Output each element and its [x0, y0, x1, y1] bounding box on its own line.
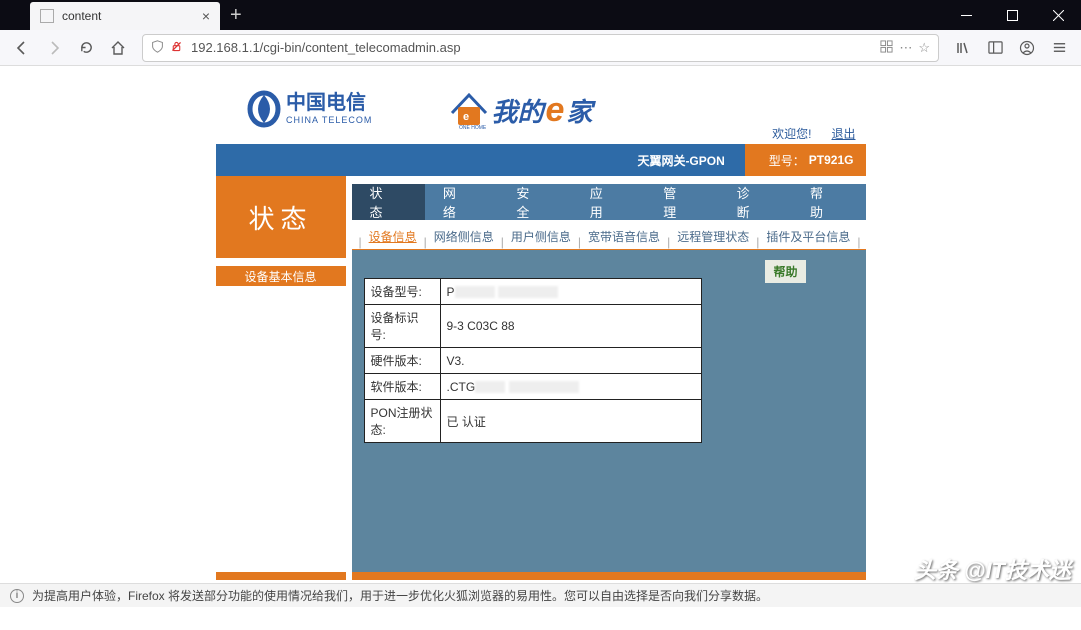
tab-security[interactable]: 安 全 — [498, 184, 571, 220]
tab-management[interactable]: 管 理 — [645, 184, 718, 220]
model-bar: 天翼网关-GPON 型号：PT921G — [216, 144, 866, 176]
tab-title: content — [62, 9, 202, 23]
reload-button[interactable] — [72, 34, 100, 62]
svg-text:e: e — [463, 111, 469, 123]
table-row: 硬件版本: V3. — [364, 348, 701, 374]
gateway-label: 天翼网关-GPON — [637, 152, 744, 169]
home-text: 我的 — [492, 92, 544, 129]
tab-status[interactable]: 状 态 — [352, 184, 425, 220]
forward-button[interactable] — [40, 34, 68, 62]
table-row: 设备型号:P — [364, 279, 701, 305]
header-logos: 中国电信 CHINA TELECOM e ONE HOME 我的 e 家 欢迎您… — [216, 76, 866, 144]
more-icon[interactable]: ⋯ — [899, 40, 912, 56]
content-panel: 帮助 设备型号:P 设备标识号: 9-3 C03C 88 硬件版本: V3. 软… — [352, 250, 866, 572]
page-content: 中国电信 CHINA TELECOM e ONE HOME 我的 e 家 欢迎您… — [0, 66, 1081, 607]
home-button[interactable] — [104, 34, 132, 62]
tab-help[interactable]: 帮 助 — [792, 184, 865, 220]
home-suffix: 家 — [566, 92, 592, 129]
main-nav: 状 态 网 络 安 全 应 用 管 理 诊 断 帮 助 — [352, 176, 866, 220]
ct-en-text: CHINA TELECOM — [286, 115, 372, 125]
address-bar[interactable]: 192.168.1.1/cgi-bin/content_telecomadmin… — [142, 34, 939, 62]
minimize-button[interactable] — [943, 0, 989, 30]
shield-icon — [151, 40, 164, 56]
new-tab-button[interactable]: + — [220, 0, 252, 30]
subtab-device-info[interactable]: 设备信息 — [363, 224, 423, 249]
subtab-user-info[interactable]: 用户侧信息 — [505, 224, 577, 249]
info-icon: i — [10, 589, 24, 603]
account-icon[interactable] — [1013, 34, 1041, 62]
insecure-icon — [170, 40, 183, 56]
home-e: e — [546, 91, 565, 130]
tab-application[interactable]: 应 用 — [572, 184, 645, 220]
title-bar: content × + — [0, 0, 1081, 30]
reader-icon[interactable] — [880, 40, 893, 56]
section-title: 状态 — [216, 176, 346, 258]
ct-cn-text: 中国电信 — [286, 90, 366, 114]
table-row: 设备标识号: 9-3 C03C 88 — [364, 305, 701, 348]
watermark-text: 头条 @IT技术迷 — [914, 553, 1071, 585]
subtab-network-info[interactable]: 网络侧信息 — [428, 224, 500, 249]
browser-toolbar: 192.168.1.1/cgi-bin/content_telecomadmin… — [0, 30, 1081, 66]
svg-text:ONE HOME: ONE HOME — [459, 125, 487, 131]
bookmark-icon[interactable]: ☆ — [918, 40, 930, 56]
library-icon[interactable] — [949, 34, 977, 62]
sidebar-icon[interactable] — [981, 34, 1009, 62]
tab-network[interactable]: 网 络 — [425, 184, 498, 220]
sub-nav: | 设备信息| 网络侧信息| 用户侧信息| 宽带语音信息| 远程管理状态| 插件… — [352, 220, 866, 250]
help-sidebar[interactable]: 帮助 — [765, 260, 805, 283]
menu-icon[interactable] — [1045, 34, 1073, 62]
subtab-remote-status[interactable]: 远程管理状态 — [671, 224, 755, 249]
table-row: 软件版本: .CTG — [364, 374, 701, 400]
browser-info-bar: i 为提高用户体验，Firefox 将发送部分功能的使用情况给我们，用于进一步优… — [0, 583, 1081, 607]
url-text: 192.168.1.1/cgi-bin/content_telecomadmin… — [191, 40, 874, 55]
tab-favicon-icon — [40, 9, 54, 23]
model-label: 型号：PT921G — [757, 144, 866, 176]
subtab-plugin-info[interactable]: 插件及平台信息 — [760, 224, 856, 249]
logout-link[interactable]: 退出 — [831, 127, 855, 141]
maximize-button[interactable] — [989, 0, 1035, 30]
table-row: PON注册状态: 已 认证 — [364, 400, 701, 443]
ehome-logo: e ONE HOME 我的 e 家 — [446, 87, 626, 133]
info-bar-text: 为提高用户体验，Firefox 将发送部分功能的使用情况给我们，用于进一步优化火… — [32, 587, 768, 604]
subtab-voice-info[interactable]: 宽带语音信息 — [582, 224, 666, 249]
back-button[interactable] — [8, 34, 36, 62]
close-window-button[interactable] — [1035, 0, 1081, 30]
china-telecom-logo: 中国电信 CHINA TELECOM — [246, 87, 396, 133]
tab-diagnosis[interactable]: 诊 断 — [719, 184, 792, 220]
subsection-title: 设备基本信息 — [216, 266, 346, 286]
close-tab-icon[interactable]: × — [202, 8, 210, 24]
device-info-table: 设备型号:P 设备标识号: 9-3 C03C 88 硬件版本: V3. 软件版本… — [364, 278, 702, 443]
browser-tab[interactable]: content × — [30, 2, 220, 30]
welcome-text: 欢迎您! — [772, 127, 811, 141]
